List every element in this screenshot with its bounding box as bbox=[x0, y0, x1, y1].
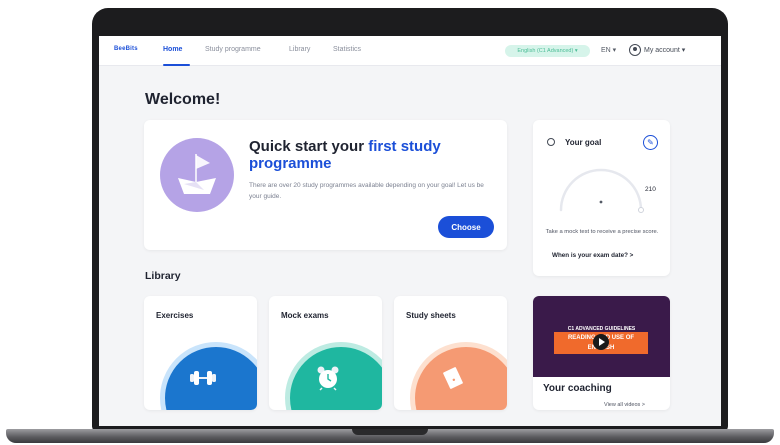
app-screen: BeeBits Home Study programme Library Sta… bbox=[99, 36, 721, 426]
edit-goal-button[interactable]: ✎ bbox=[643, 135, 658, 150]
goal-title: Your goal bbox=[565, 138, 602, 147]
dumbbell-icon bbox=[188, 366, 218, 390]
nav-home[interactable]: Home bbox=[163, 46, 182, 53]
target-icon bbox=[547, 138, 555, 146]
brand-logo[interactable]: BeeBits bbox=[114, 46, 138, 52]
library-heading: Library bbox=[145, 270, 181, 282]
library-card-study-sheets[interactable]: Study sheets bbox=[394, 296, 507, 410]
alarm-clock-icon bbox=[313, 366, 343, 391]
quick-start-title: Quick start your first study programme bbox=[249, 138, 489, 172]
paper-boat-illustration bbox=[160, 138, 234, 212]
choose-button[interactable]: Choose bbox=[438, 216, 494, 238]
library-card-exercises[interactable]: Exercises bbox=[144, 296, 257, 410]
nav-library[interactable]: Library bbox=[289, 46, 310, 53]
top-nav: BeeBits Home Study programme Library Sta… bbox=[99, 36, 721, 66]
nav-study-programme[interactable]: Study programme bbox=[205, 46, 261, 53]
page-title: Welcome! bbox=[145, 91, 221, 108]
score-gauge bbox=[559, 168, 644, 213]
quick-start-card: Quick start your first study programme T… bbox=[144, 120, 507, 250]
account-menu[interactable]: My account ▾ bbox=[644, 46, 685, 54]
document-icon bbox=[438, 366, 468, 390]
coaching-video-thumbnail[interactable]: C1 ADVANCED GUIDELINES READING AND USE O… bbox=[533, 296, 670, 377]
coaching-title: Your coaching bbox=[543, 383, 612, 394]
quick-start-title-plain: Quick start your bbox=[249, 138, 369, 155]
library-card-label: Study sheets bbox=[406, 311, 456, 320]
library-card-label: Mock exams bbox=[281, 311, 329, 320]
coaching-card[interactable]: C1 ADVANCED GUIDELINES READING AND USE O… bbox=[533, 296, 670, 410]
level-selector[interactable]: English (C1 Advanced) ▾ bbox=[505, 45, 590, 57]
account-icon[interactable] bbox=[629, 44, 641, 56]
view-all-videos-link[interactable]: View all videos > bbox=[604, 402, 645, 408]
library-card-mock-exams[interactable]: Mock exams bbox=[269, 296, 382, 410]
goal-score: 210 bbox=[645, 186, 656, 193]
language-selector[interactable]: EN ▾ bbox=[601, 46, 616, 54]
active-tab-indicator bbox=[163, 64, 190, 66]
goal-card: Your goal ✎ 210 Take a mock test to rece… bbox=[533, 120, 670, 276]
exam-date-link[interactable]: When is your exam date? > bbox=[552, 252, 633, 259]
laptop-mockup: BeeBits Home Study programme Library Sta… bbox=[0, 0, 780, 445]
play-icon[interactable] bbox=[593, 334, 609, 350]
nav-statistics[interactable]: Statistics bbox=[333, 46, 361, 53]
library-card-label: Exercises bbox=[156, 311, 194, 320]
quick-start-description: There are over 20 study programmes avail… bbox=[249, 182, 484, 200]
laptop-notch bbox=[352, 429, 428, 435]
goal-message: Take a mock test to receive a precise sc… bbox=[545, 229, 659, 235]
